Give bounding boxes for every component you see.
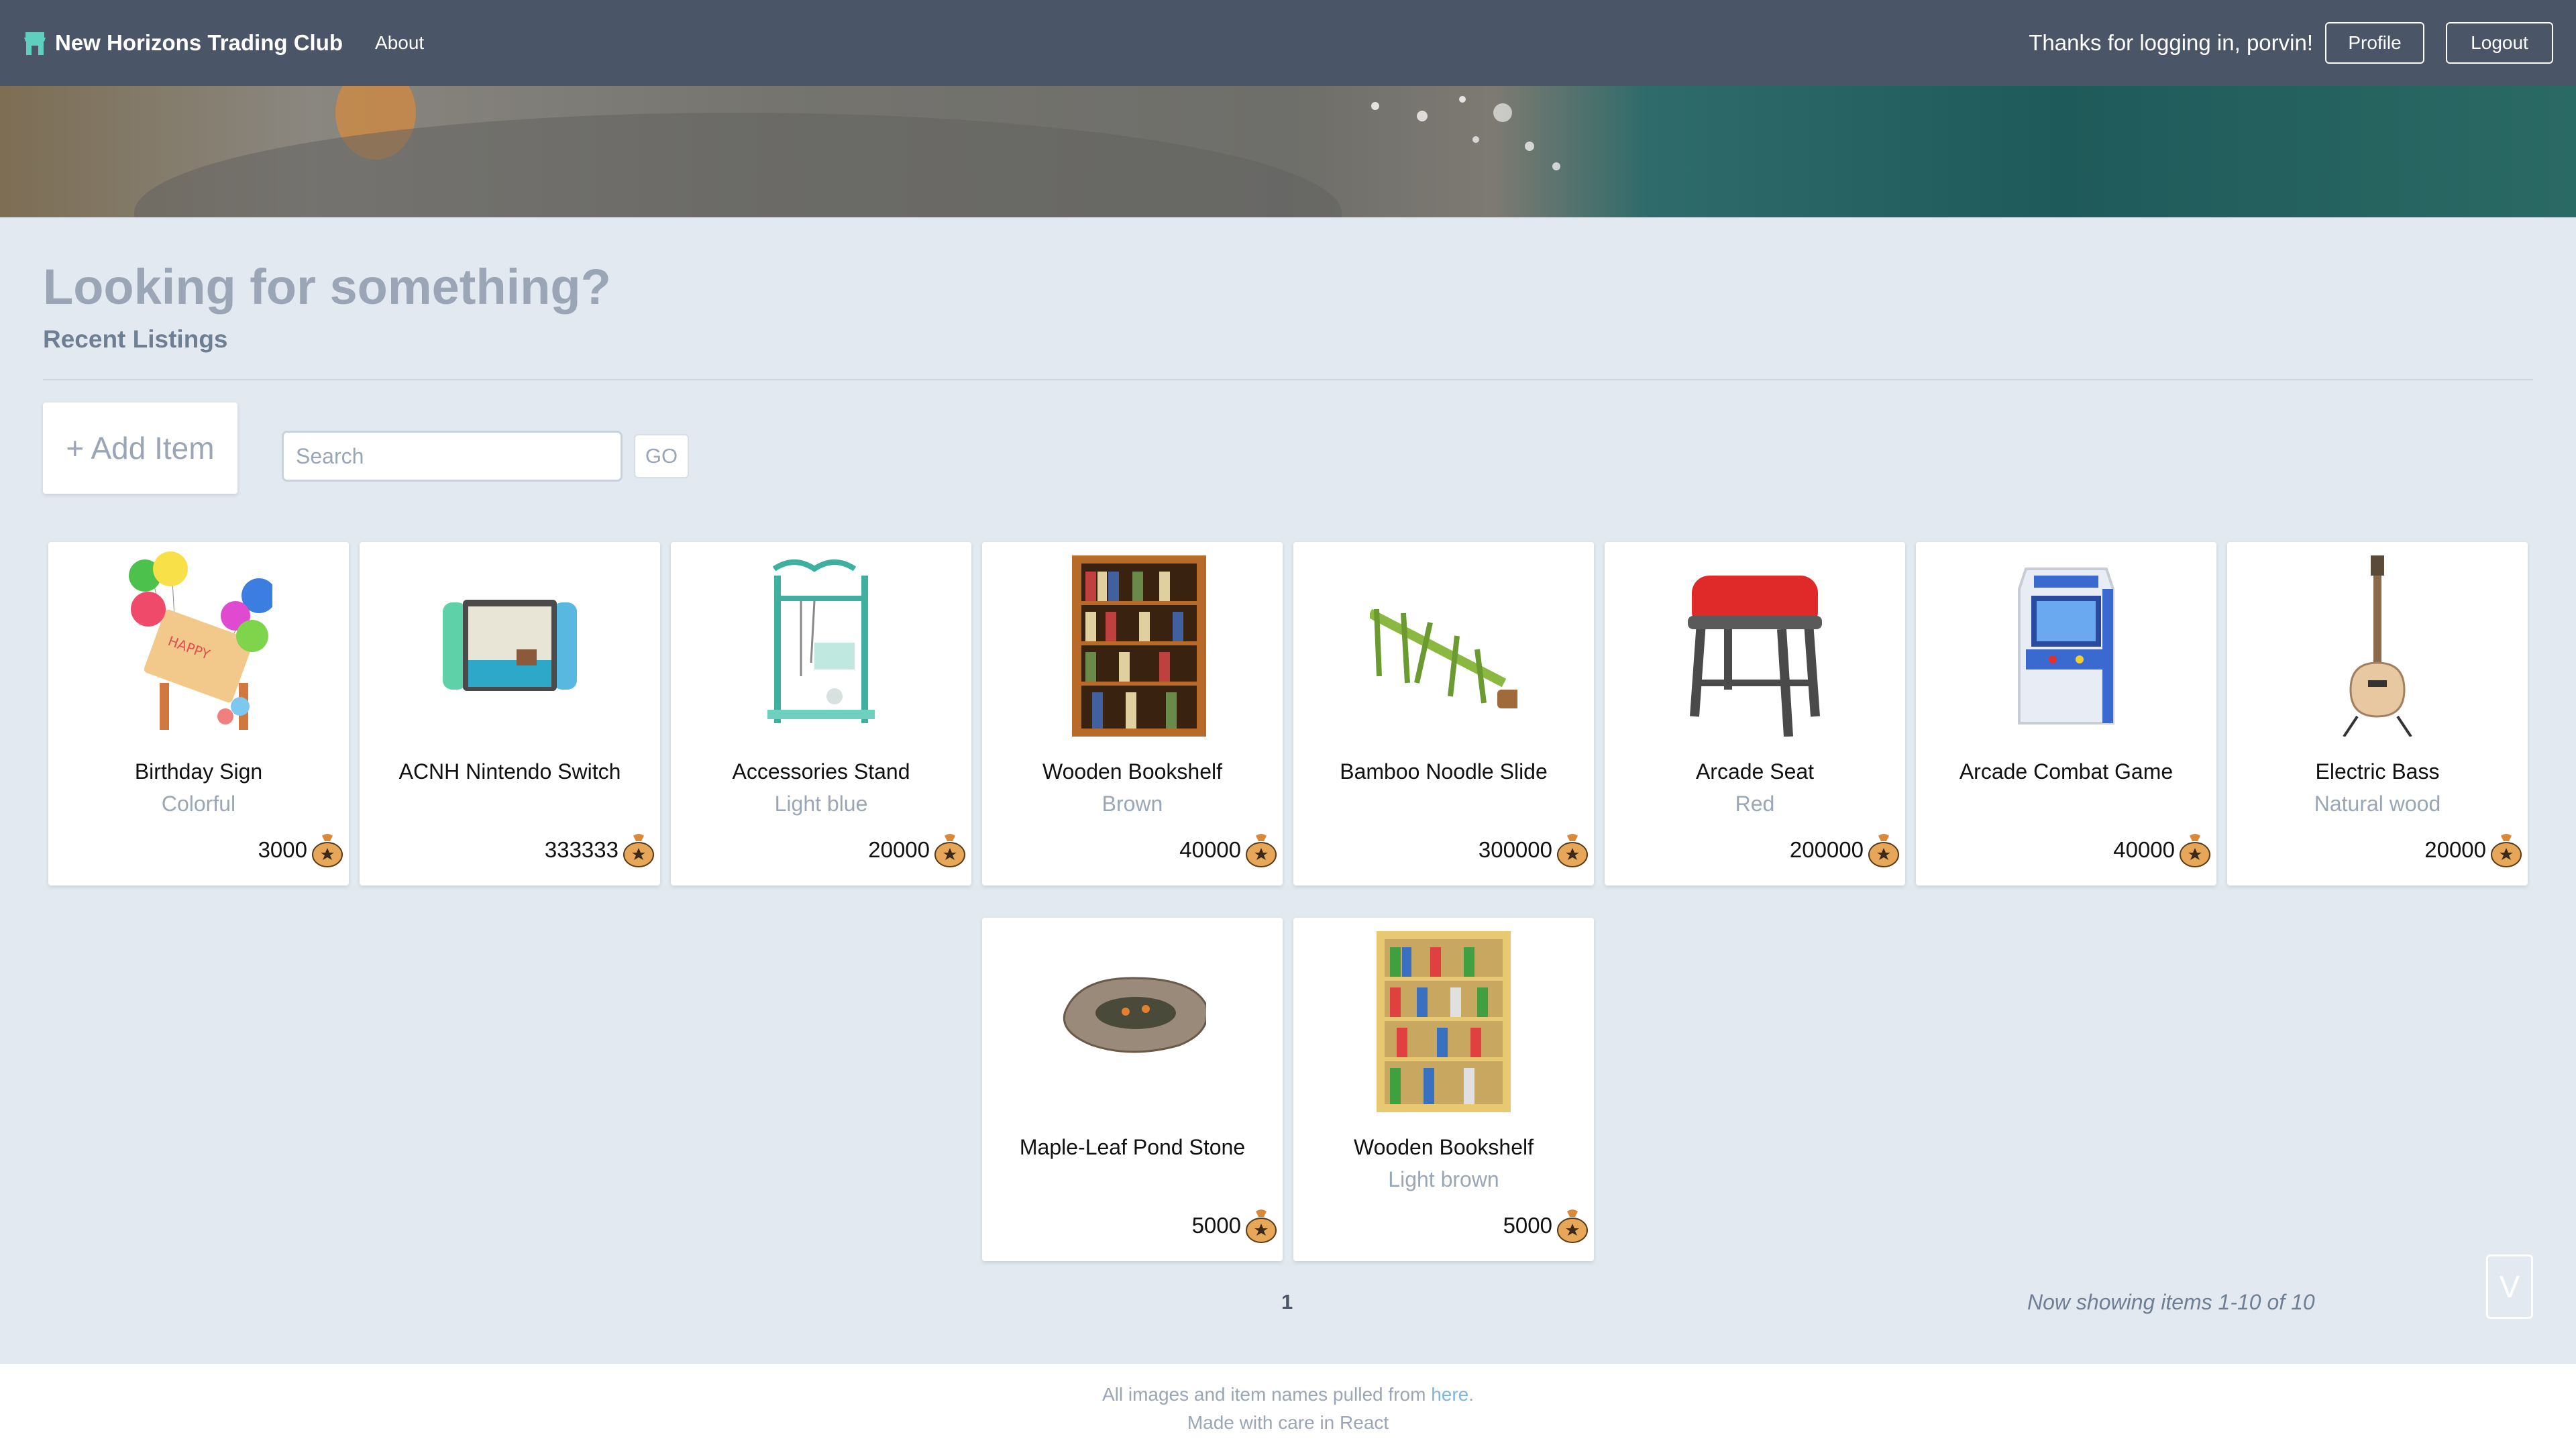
pond-stone-icon xyxy=(1063,977,1206,1053)
item-name: ACNH Nintendo Switch xyxy=(398,759,621,784)
item-card[interactable]: Arcade Combat Game 40000 xyxy=(1916,542,2216,885)
hero-banner xyxy=(0,86,2576,217)
wooden-bookshelf-icon xyxy=(1072,555,1206,737)
search-input[interactable] xyxy=(282,431,623,482)
item-variant: Colorful xyxy=(161,792,236,816)
add-item-button[interactable]: + Add Item xyxy=(43,402,237,494)
footer-credit-prefix: All images and item names pulled from xyxy=(1102,1384,1432,1405)
item-price: 40000 xyxy=(2113,837,2175,862)
go-button[interactable]: GO xyxy=(634,434,689,478)
bell-bag-icon xyxy=(2180,834,2210,867)
logout-button[interactable]: Logout xyxy=(2446,22,2553,64)
bell-bag-icon xyxy=(2491,834,2522,867)
item-name: Electric Bass xyxy=(2315,759,2440,784)
pagination-page-1[interactable]: 1 xyxy=(1281,1290,1293,1314)
item-price: 300000 xyxy=(1478,837,1552,862)
item-card[interactable]: HAPPY Birthday Sign Colorful 3000 xyxy=(48,542,349,885)
about-link[interactable]: About xyxy=(375,32,424,54)
bell-bag-icon xyxy=(1868,834,1899,867)
item-name: Arcade Combat Game xyxy=(1959,759,2174,784)
welcome-message: Thanks for logging in, porvin! xyxy=(2029,30,2313,55)
item-price: 40000 xyxy=(1179,837,1241,862)
item-variant: Brown xyxy=(1102,792,1163,816)
navbar: New Horizons Trading Club About Thanks f… xyxy=(0,0,2576,86)
item-variant: Natural wood xyxy=(2314,792,2441,816)
shop-icon xyxy=(24,32,46,55)
item-variant: Red xyxy=(1735,792,1775,816)
item-price: 333333 xyxy=(544,837,619,862)
bell-bag-icon xyxy=(1246,834,1277,867)
bell-bag-icon xyxy=(1557,834,1588,867)
item-card[interactable]: Bamboo Noodle Slide 300000 xyxy=(1293,542,1594,885)
banner-image xyxy=(134,86,1560,217)
item-card[interactable]: ACNH Nintendo Switch 333333 xyxy=(360,542,660,885)
item-card[interactable]: Wooden Bookshelf Brown 40000 xyxy=(982,542,1283,885)
item-card[interactable]: Accessories Stand Light blue 20000 xyxy=(671,542,971,885)
footer-made-with: Made with care in React xyxy=(1187,1412,1389,1433)
item-card[interactable]: Arcade Seat Red 200000 xyxy=(1605,542,1905,885)
bell-bag-icon xyxy=(623,834,654,867)
brand-link[interactable]: New Horizons Trading Club xyxy=(23,30,343,56)
nintendo-switch-icon xyxy=(443,600,577,691)
electric-bass-icon xyxy=(2343,555,2412,737)
bell-bag-icon xyxy=(934,834,965,867)
item-price: 5000 xyxy=(1191,1213,1241,1238)
wooden-bookshelf-icon xyxy=(1377,931,1511,1112)
item-name: Arcade Seat xyxy=(1695,759,1815,784)
item-name: Accessories Stand xyxy=(732,759,910,784)
item-name: Bamboo Noodle Slide xyxy=(1340,759,1548,784)
item-price: 3000 xyxy=(258,837,307,862)
birthday-sign-icon: HAPPY xyxy=(129,551,272,730)
item-name: Wooden Bookshelf xyxy=(1042,759,1223,784)
arcade-cabinet-icon xyxy=(2018,568,2114,724)
nav-right: Thanks for logging in, porvin! Profile L… xyxy=(2029,22,2553,64)
bell-bag-icon xyxy=(1557,1210,1588,1243)
item-card[interactable]: Electric Bass Natural wood 20000 xyxy=(2227,542,2528,885)
item-card[interactable]: Wooden Bookshelf Light brown 5000 xyxy=(1293,918,1594,1261)
item-price: 200000 xyxy=(1789,837,1864,862)
divider xyxy=(43,379,2533,380)
accessories-stand-icon xyxy=(767,559,875,723)
footer-credit: All images and item names pulled from he… xyxy=(0,1384,2576,1405)
scroll-down-button[interactable]: V xyxy=(2486,1254,2533,1319)
items-count-status: Now showing items 1-10 of 10 xyxy=(2027,1290,2315,1314)
item-variant: Light brown xyxy=(1388,1167,1499,1191)
item-name: Maple-Leaf Pond Stone xyxy=(1019,1135,1246,1159)
item-price: 20000 xyxy=(868,837,930,862)
bamboo-slide-icon xyxy=(1370,608,1517,708)
section-subtitle: Recent Listings xyxy=(43,325,228,353)
brand-name: New Horizons Trading Club xyxy=(55,30,343,55)
source-link[interactable]: here xyxy=(1431,1384,1468,1405)
item-price: 5000 xyxy=(1503,1213,1552,1238)
item-name: Wooden Bookshelf xyxy=(1353,1135,1534,1159)
item-variant: Light blue xyxy=(774,792,868,816)
profile-button[interactable]: Profile xyxy=(2325,22,2424,64)
bell-bag-icon xyxy=(1246,1210,1277,1243)
bell-bag-icon xyxy=(312,834,343,867)
arcade-seat-icon xyxy=(1688,576,1822,737)
footer: All images and item names pulled from he… xyxy=(0,1364,2576,1449)
page-title: Looking for something? xyxy=(43,259,611,315)
footer-credit-suffix: . xyxy=(1468,1384,1474,1405)
item-price: 20000 xyxy=(2424,837,2486,862)
item-name: Birthday Sign xyxy=(134,759,263,784)
item-card[interactable]: Maple-Leaf Pond Stone 5000 xyxy=(982,918,1283,1261)
